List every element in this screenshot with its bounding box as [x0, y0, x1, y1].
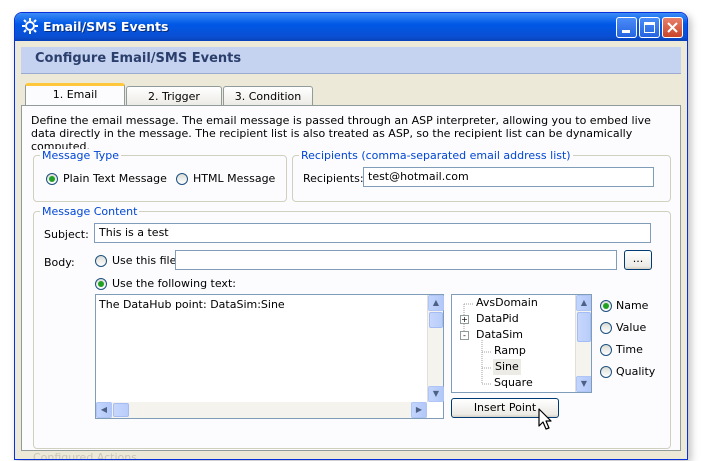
name-label[interactable]: Name: [616, 299, 648, 312]
recipients-input[interactable]: test@hotmail.com: [363, 167, 654, 187]
body-text: The DataHub point: DataSim:Sine: [99, 298, 285, 311]
minimize-icon: [622, 30, 630, 33]
use-text-label[interactable]: Use the following text:: [112, 277, 236, 290]
html-message-radio[interactable]: [176, 173, 188, 185]
tree-item-datapid[interactable]: DataPid: [476, 311, 519, 327]
configured-actions-legend: Configured Actions: [33, 451, 137, 460]
tree-item-ramp[interactable]: Ramp: [494, 343, 526, 359]
name-radio[interactable]: [600, 300, 612, 312]
message-content-legend: Message Content: [40, 205, 140, 218]
recipients-legend: Recipients (comma-separated email addres…: [299, 149, 573, 162]
tree-scroll-down-icon[interactable]: ▼: [576, 376, 591, 392]
gear-icon: [22, 18, 38, 34]
body-vertical-scrollbar[interactable]: ▲ ▼: [427, 295, 444, 402]
header-band: Configure Email/SMS Events: [21, 47, 681, 74]
use-file-label[interactable]: Use this file:: [112, 254, 180, 267]
close-icon: [667, 22, 678, 33]
tree-scroll-up-icon[interactable]: ▲: [576, 295, 591, 311]
subject-label: Subject:: [44, 228, 89, 241]
body-textarea[interactable]: The DataHub point: DataSim:Sine ▲ ▼ ◀ ▶: [95, 294, 444, 419]
time-radio[interactable]: [600, 344, 612, 356]
tree-item-sine[interactable]: Sine: [493, 359, 521, 375]
scroll-right-icon[interactable]: ▶: [411, 402, 427, 418]
quality-label[interactable]: Quality: [616, 365, 655, 378]
hscroll-thumb[interactable]: [113, 403, 129, 417]
use-file-radio[interactable]: [95, 255, 107, 267]
file-path-input[interactable]: [175, 250, 617, 270]
email-tab-panel: Define the email message. The email mess…: [21, 105, 681, 451]
message-type-legend: Message Type: [40, 149, 121, 162]
recipients-group: Recipients (comma-separated email addres…: [292, 149, 671, 202]
tree-item-avsdomain[interactable]: AvsDomain: [476, 295, 538, 311]
expand-icon[interactable]: +: [460, 315, 469, 324]
tree-scroll-thumb[interactable]: [577, 312, 591, 342]
description-text: Define the email message. The email mess…: [31, 114, 651, 153]
scroll-down-icon[interactable]: ▼: [428, 386, 444, 402]
recipients-label: Recipients:: [303, 172, 364, 185]
plain-text-label[interactable]: Plain Text Message: [63, 172, 167, 185]
title-bar[interactable]: Email/SMS Events: [15, 13, 687, 41]
window-title: Email/SMS Events: [43, 19, 169, 34]
point-tree[interactable]: + - AvsDomain DataPid DataSim Ramp Sine …: [451, 294, 592, 393]
body-horizontal-scrollbar[interactable]: ◀ ▶: [96, 402, 427, 418]
maximize-icon: [644, 22, 655, 33]
value-radio[interactable]: [600, 322, 612, 334]
mouse-cursor-icon: [538, 408, 552, 430]
message-type-group: Message Type Plain Text Message HTML Mes…: [33, 149, 287, 202]
tab-trigger[interactable]: 2. Trigger: [126, 86, 222, 105]
page-title: Configure Email/SMS Events: [35, 51, 242, 66]
time-label[interactable]: Time: [616, 343, 643, 356]
browse-button[interactable]: ...: [624, 250, 652, 270]
tree-item-datasim[interactable]: DataSim: [476, 327, 523, 343]
tree-item-square[interactable]: Square: [494, 375, 533, 391]
use-text-radio[interactable]: [95, 278, 107, 290]
dialog-window: Email/SMS Events Configure Email/SMS Eve…: [14, 12, 688, 460]
tree-scrollbar[interactable]: ▲ ▼: [575, 295, 591, 392]
subject-input[interactable]: This is a test: [94, 223, 651, 243]
body-label: Body:: [44, 256, 75, 269]
plain-text-radio[interactable]: [46, 173, 58, 185]
value-label[interactable]: Value: [616, 321, 646, 334]
maximize-button[interactable]: [639, 17, 660, 38]
close-button[interactable]: [662, 17, 683, 38]
collapse-icon[interactable]: -: [460, 331, 469, 340]
scroll-up-icon[interactable]: ▲: [428, 295, 444, 311]
tab-condition[interactable]: 3. Condition: [223, 86, 313, 105]
quality-radio[interactable]: [600, 366, 612, 378]
scroll-left-icon[interactable]: ◀: [96, 402, 112, 418]
scroll-thumb[interactable]: [429, 312, 443, 328]
html-message-label[interactable]: HTML Message: [193, 172, 275, 185]
message-content-group: Message Content Subject: This is a test …: [33, 205, 671, 449]
minimize-button[interactable]: [616, 17, 637, 38]
tab-email[interactable]: 1. Email: [25, 83, 125, 105]
